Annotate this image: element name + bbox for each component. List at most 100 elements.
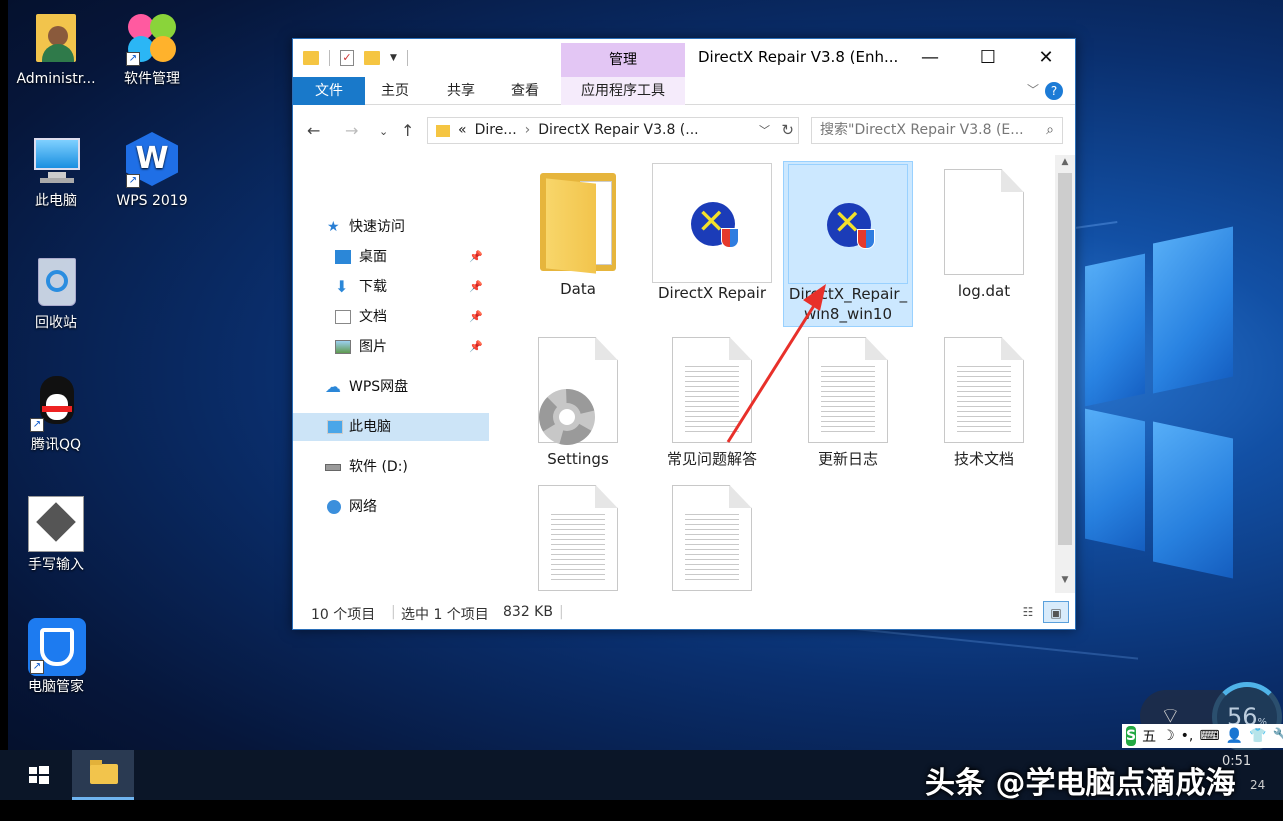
file-item-folder[interactable]: Data bbox=[513, 167, 643, 299]
nav-item-quick-access[interactable]: ★ 快速访问 bbox=[293, 213, 489, 241]
file-name-continued: win8_win10 bbox=[803, 305, 892, 323]
file-item-settings[interactable]: Settings bbox=[513, 337, 643, 469]
windows-logo-wallpaper bbox=[1085, 226, 1283, 579]
desktop-icon-administrator[interactable]: Administr... bbox=[8, 10, 104, 88]
recent-locations-chevron-icon[interactable]: ⌄ bbox=[379, 125, 388, 138]
nav-item-desktop[interactable]: 桌面 📌 bbox=[293, 243, 489, 271]
desktop-icon-recycle-bin[interactable]: 回收站 bbox=[8, 254, 104, 332]
nav-item-pictures[interactable]: 图片 📌 bbox=[293, 333, 489, 361]
nav-item-documents[interactable]: 文档 📌 bbox=[293, 303, 489, 331]
file-name: 常见问题解答 bbox=[666, 450, 757, 468]
search-box[interactable]: 搜索"DirectX Repair V3.8 (E... ⌕ bbox=[811, 117, 1063, 144]
desktop-icon-handwriting[interactable]: 手写输入 bbox=[8, 496, 104, 574]
pin-icon[interactable]: 📌 bbox=[469, 273, 483, 301]
nav-item-network[interactable]: 网络 bbox=[293, 493, 489, 521]
keyboard-icon[interactable]: ⌨ bbox=[1199, 728, 1219, 744]
breadcrumb-segment[interactable]: Dire... bbox=[475, 118, 517, 143]
nav-item-downloads[interactable]: ⬇ 下载 📌 bbox=[293, 273, 489, 301]
up-arrow-icon[interactable]: ↑ bbox=[401, 121, 414, 140]
desktop-icon-this-pc[interactable]: 此电脑 bbox=[8, 132, 104, 210]
desktop-icon-qq[interactable]: ↗ 腾讯QQ bbox=[8, 376, 104, 454]
directx-repair-app-icon bbox=[652, 163, 772, 283]
nav-item-this-pc[interactable]: 此电脑 bbox=[293, 413, 489, 441]
nav-item-label: WPS网盘 bbox=[349, 379, 409, 395]
help-icon[interactable]: ? bbox=[1045, 82, 1063, 100]
file-item-text[interactable] bbox=[513, 485, 643, 591]
maximize-button[interactable]: ☐ bbox=[959, 39, 1017, 77]
start-button[interactable] bbox=[0, 750, 76, 800]
wrench-icon[interactable]: 🔧 bbox=[1272, 728, 1283, 744]
software-manager-icon: ↗ bbox=[124, 10, 180, 66]
customize-dropdown-icon[interactable]: ▼ bbox=[390, 53, 397, 63]
pin-icon[interactable]: 📌 bbox=[469, 303, 483, 331]
tab-view[interactable]: 查看 bbox=[501, 77, 549, 105]
handwriting-icon bbox=[28, 496, 84, 552]
back-arrow-icon[interactable]: ← bbox=[307, 121, 320, 140]
minimize-button[interactable]: — bbox=[901, 39, 959, 77]
file-item-text[interactable]: 技术文档 bbox=[919, 337, 1049, 469]
desktop-icon-wps[interactable]: W ↗ WPS 2019 bbox=[104, 132, 200, 210]
taskbar-clock[interactable]: 0:51 bbox=[1222, 754, 1251, 769]
details-view-icon[interactable]: ☷ bbox=[1015, 601, 1041, 623]
file-item-text[interactable]: 更新日志 bbox=[783, 337, 913, 469]
vertical-scrollbar[interactable]: ▲ ▼ bbox=[1055, 155, 1075, 593]
scroll-down-icon[interactable]: ▼ bbox=[1055, 575, 1075, 591]
close-button[interactable]: ✕ bbox=[1017, 39, 1075, 77]
file-item-app[interactable]: DirectX Repair bbox=[647, 163, 777, 303]
desktop-icon-label: 软件管理 bbox=[124, 71, 180, 87]
ribbon-expand-chevron-icon[interactable]: ﹀ bbox=[1027, 81, 1039, 98]
pin-icon[interactable]: 📌 bbox=[469, 243, 483, 271]
pin-icon[interactable]: 📌 bbox=[469, 333, 483, 361]
desktop-icon-label: WPS 2019 bbox=[116, 193, 188, 209]
status-bar: 10 个项目 | 选中 1 个项目 832 KB | ☷ ▣ bbox=[293, 595, 1075, 629]
tab-home[interactable]: 主页 bbox=[371, 77, 419, 105]
file-item-dat[interactable]: log.dat bbox=[919, 169, 1049, 301]
address-dropdown-chevron-icon[interactable]: ﹀ bbox=[759, 118, 770, 143]
search-placeholder: 搜索"DirectX Repair V3.8 (E... bbox=[820, 122, 1024, 138]
breadcrumb-segment[interactable]: DirectX Repair V3.8 (... bbox=[538, 118, 698, 143]
desktop-icon-software-manager[interactable]: ↗ 软件管理 bbox=[104, 10, 200, 88]
input-method-bar[interactable]: S 五 ☽ •, ⌨ 👤 👕 🔧 bbox=[1122, 724, 1283, 748]
large-icons-view-icon[interactable]: ▣ bbox=[1043, 601, 1069, 623]
moon-icon[interactable]: ☽ bbox=[1162, 728, 1175, 744]
tab-share[interactable]: 共享 bbox=[437, 77, 485, 105]
ribbon-tabs: 文件 主页 共享 查看 应用程序工具 ﹀ ? bbox=[293, 77, 1075, 105]
refresh-icon[interactable]: ↻ bbox=[781, 118, 794, 143]
tab-file[interactable]: 文件 bbox=[293, 77, 365, 105]
new-folder-icon[interactable] bbox=[364, 51, 380, 65]
file-list-view: Data DirectX Repair DirectX_Repair_ win8… bbox=[491, 155, 1053, 593]
address-bar[interactable]: « Dire... › DirectX Repair V3.8 (... ﹀ ↻ bbox=[427, 117, 799, 144]
taskbar-file-explorer[interactable] bbox=[72, 750, 134, 800]
tab-application-tools[interactable]: 应用程序工具 bbox=[561, 77, 685, 105]
file-item-text[interactable] bbox=[647, 485, 777, 591]
file-name: Data bbox=[560, 280, 596, 298]
title-bar[interactable]: ✓ ▼ 管理 DirectX Repair V3.8 (Enh... — ☐ ✕ bbox=[293, 39, 1075, 77]
nav-item-label: 文档 bbox=[359, 309, 387, 325]
scroll-thumb[interactable] bbox=[1058, 173, 1072, 545]
star-icon: ★ bbox=[327, 219, 340, 235]
watermark-text: 头条 @学电脑点滴成海 bbox=[925, 766, 1236, 801]
file-explorer-icon bbox=[90, 760, 118, 784]
taskbar-date[interactable]: 24 bbox=[1250, 778, 1265, 792]
scroll-up-icon[interactable]: ▲ bbox=[1055, 157, 1075, 173]
file-item-text[interactable]: 常见问题解答 bbox=[647, 337, 777, 469]
navigation-pane: ★ 快速访问 桌面 📌 ⬇ 下载 📌 文档 📌 图片 📌 ☁ WPS网盘 此电脑… bbox=[293, 155, 489, 593]
nav-item-drive-d[interactable]: 软件 (D:) bbox=[293, 453, 489, 481]
user-icon[interactable]: 👤 bbox=[1226, 728, 1243, 744]
forward-arrow-icon[interactable]: → bbox=[345, 121, 358, 140]
text-file-icon bbox=[808, 337, 888, 443]
desktop-icon-label: 电脑管家 bbox=[28, 679, 84, 695]
pc-manager-shield-icon: ↗ bbox=[28, 618, 86, 676]
nav-item-label: 下载 bbox=[359, 279, 387, 295]
ime-mode[interactable]: 五 bbox=[1142, 726, 1156, 746]
address-overflow[interactable]: « bbox=[458, 118, 467, 143]
sogou-ime-icon[interactable]: S bbox=[1126, 726, 1137, 746]
shirt-icon[interactable]: 👕 bbox=[1249, 728, 1266, 744]
file-item-app-selected[interactable]: DirectX_Repair_ win8_win10 bbox=[783, 161, 913, 327]
drive-icon bbox=[325, 464, 341, 471]
desktop-icon-pc-manager[interactable]: ↗ 电脑管家 bbox=[8, 618, 104, 696]
nav-item-wps-cloud[interactable]: ☁ WPS网盘 bbox=[293, 373, 489, 401]
punctuation-icon[interactable]: •, bbox=[1181, 728, 1194, 744]
properties-icon[interactable]: ✓ bbox=[340, 50, 354, 66]
desktop-icon-label: 腾讯QQ bbox=[30, 437, 82, 453]
